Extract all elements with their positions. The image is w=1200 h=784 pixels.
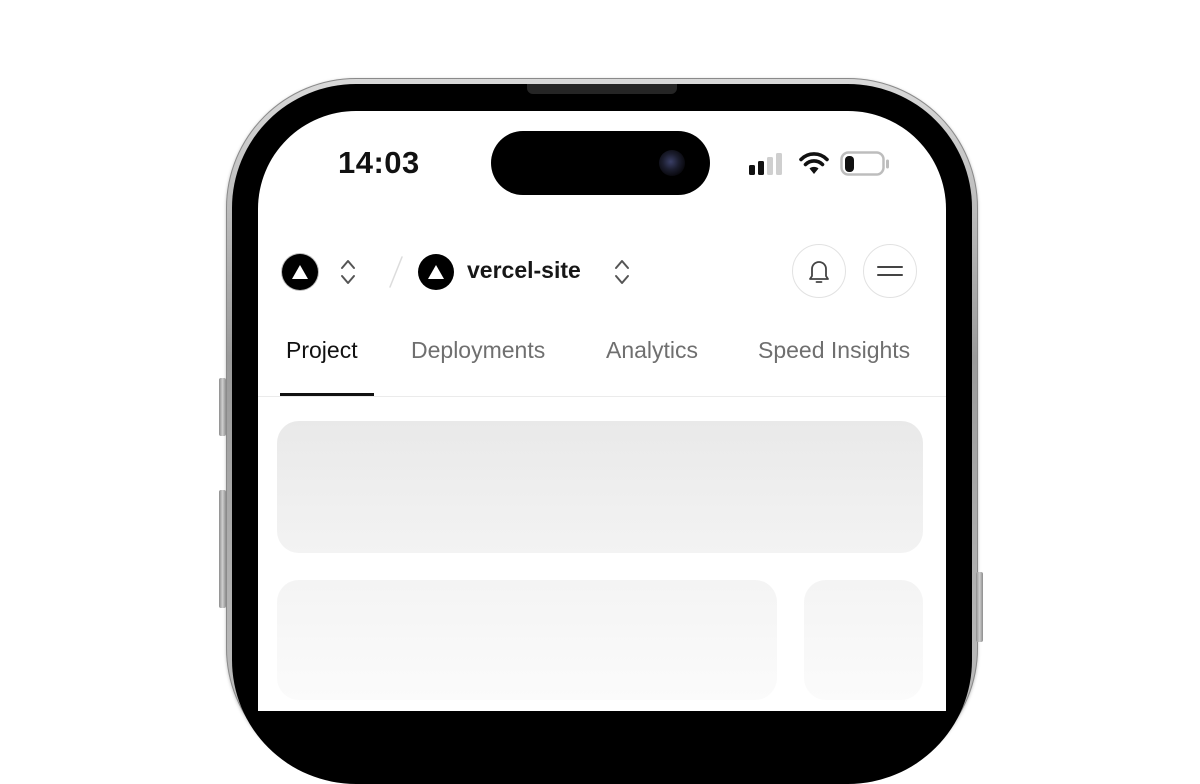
front-camera-icon bbox=[659, 150, 685, 176]
project-tabs: Project Deployments Analytics Speed Insi… bbox=[258, 323, 946, 397]
bell-icon bbox=[809, 261, 829, 283]
volume-up-button bbox=[219, 378, 226, 436]
team-avatar[interactable] bbox=[282, 254, 318, 290]
tab-analytics[interactable]: Analytics bbox=[606, 337, 698, 364]
project-name[interactable]: vercel-site bbox=[467, 257, 581, 284]
active-tab-indicator bbox=[280, 393, 374, 396]
power-button bbox=[976, 572, 983, 642]
team-switcher-chevron-icon[interactable] bbox=[340, 258, 356, 286]
loading-skeleton-card bbox=[804, 580, 923, 700]
project-avatar[interactable] bbox=[418, 254, 454, 290]
tab-deployments[interactable]: Deployments bbox=[411, 337, 545, 364]
notifications-button[interactable] bbox=[792, 244, 846, 298]
menu-button[interactable] bbox=[863, 244, 917, 298]
project-switcher-chevron-icon[interactable] bbox=[614, 258, 630, 286]
vercel-triangle-icon bbox=[292, 265, 308, 279]
loading-skeleton-card bbox=[277, 580, 777, 700]
status-time: 14:03 bbox=[338, 145, 420, 180]
menu-icon bbox=[877, 266, 903, 276]
tab-project[interactable]: Project bbox=[286, 337, 358, 364]
tab-speed-insights[interactable]: Speed Insights bbox=[758, 337, 910, 364]
speaker-grille bbox=[527, 84, 677, 94]
slash-icon bbox=[389, 256, 403, 288]
vercel-triangle-icon bbox=[428, 265, 444, 279]
signal-icon bbox=[749, 153, 782, 175]
wifi-icon bbox=[799, 152, 829, 174]
loading-skeleton-card bbox=[277, 421, 923, 553]
battery-icon bbox=[840, 151, 889, 176]
volume-down-button bbox=[219, 490, 226, 608]
dynamic-island bbox=[491, 131, 710, 195]
phone-screen: 14:03 vercel-site Project Deployments An… bbox=[258, 111, 946, 711]
